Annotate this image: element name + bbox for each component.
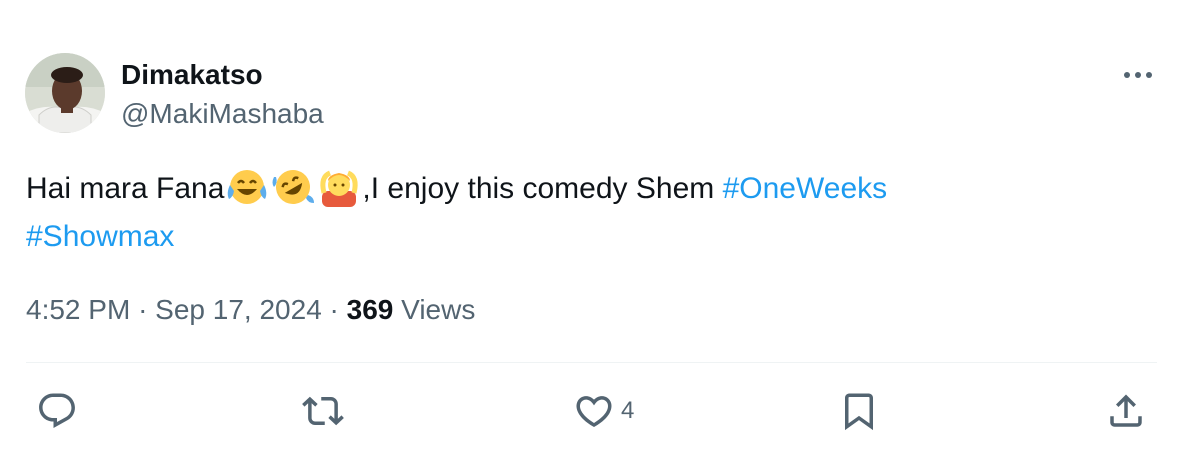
reply-button[interactable] xyxy=(34,390,80,432)
tweet-text-middle: ,I enjoy this comedy Shem xyxy=(362,172,723,205)
share-button[interactable] xyxy=(1103,390,1149,432)
rolling-on-the-floor-laughing-icon xyxy=(272,170,315,204)
retweet-button[interactable] xyxy=(300,390,346,432)
heart-icon xyxy=(576,396,612,428)
tweet-time[interactable]: 4:52 PM xyxy=(26,294,130,325)
user-handle[interactable]: @MakiMashaba xyxy=(121,97,324,131)
reply-icon xyxy=(39,393,75,428)
bookmark-icon xyxy=(845,393,873,431)
face-with-tears-of-joy-icon xyxy=(228,170,267,204)
share-icon xyxy=(1110,394,1142,427)
tweet-date[interactable]: Sep 17, 2024 xyxy=(155,294,322,325)
tweet-line-1: Hai mara Fana ,I enjoy this comedy Shem … xyxy=(26,165,1146,213)
tweet-text-start: Hai mara Fana xyxy=(26,172,225,205)
views-count: 369 xyxy=(346,294,394,325)
hashtag-link-showmax[interactable]: #Showmax xyxy=(26,220,174,253)
views-label: Views xyxy=(401,294,476,325)
like-count: 4 xyxy=(621,397,635,424)
bookmark-button[interactable] xyxy=(836,390,882,432)
divider xyxy=(26,362,1157,363)
more-dots-icon xyxy=(1124,72,1152,78)
tweet-text: Hai mara Fana ,I enjoy this comedy Shem … xyxy=(26,165,1146,261)
meta-separator: · xyxy=(138,294,148,325)
avatar[interactable] xyxy=(25,53,105,133)
display-name[interactable]: Dimakatso xyxy=(121,58,263,92)
person-gesturing-ok-icon xyxy=(320,170,359,207)
meta-separator: · xyxy=(329,294,339,325)
like-button[interactable]: 4 xyxy=(571,390,634,432)
tweet-meta: 4:52 PM · Sep 17, 2024 · 369 Views xyxy=(26,291,475,329)
more-options-button[interactable] xyxy=(1120,60,1156,90)
profile-photo-icon xyxy=(25,53,105,133)
retweet-icon xyxy=(302,396,344,426)
tweet-line-2: #Showmax xyxy=(26,213,1146,261)
hashtag-link-oneweeks[interactable]: #OneWeeks xyxy=(723,172,888,205)
